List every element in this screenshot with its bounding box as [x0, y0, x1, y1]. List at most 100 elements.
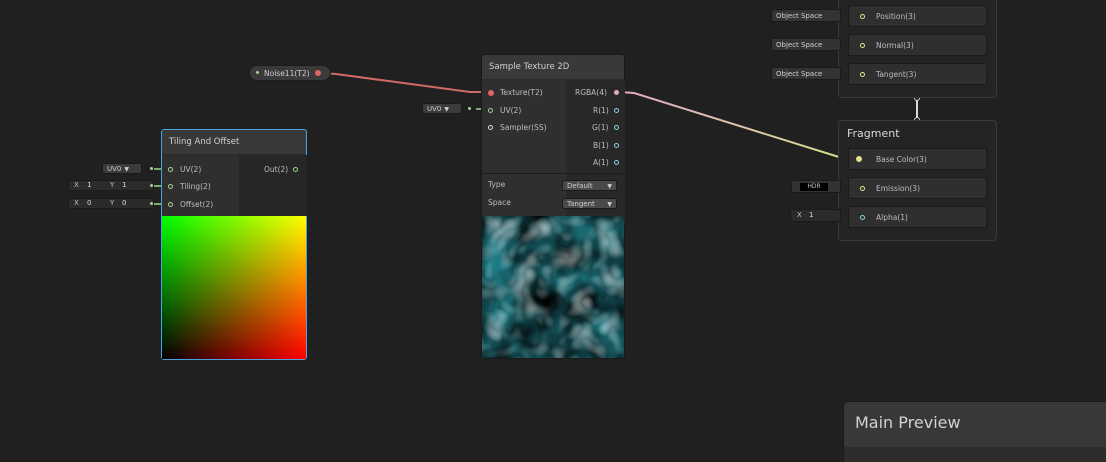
tiling-x-value[interactable]: 1 — [87, 180, 91, 191]
sample-b-port[interactable] — [614, 143, 619, 148]
offset-field-box: X 0 Y 0 — [68, 197, 154, 210]
fragment-slot-alpha[interactable]: Alpha(1) — [848, 206, 987, 228]
sample-r-label: R(1) — [593, 106, 609, 115]
tiling-out-label: Out(2) — [264, 165, 289, 174]
vertex-slot-tangent[interactable]: Tangent(3) — [848, 63, 987, 85]
emission-label: Emission(3) — [876, 184, 920, 193]
sample-uv-dot — [468, 107, 471, 110]
normal-space-field[interactable]: Object Space — [771, 38, 841, 51]
sample-node-title: Sample Texture 2D — [482, 55, 624, 79]
alpha-axis-label: X — [797, 211, 802, 219]
noise-label: Noise11(T2) — [264, 69, 310, 78]
tiling-field-dot — [150, 184, 153, 187]
position-port[interactable] — [860, 14, 865, 19]
sample-texture-2d-node[interactable]: Sample Texture 2D Texture(T2) UV(2) Samp… — [481, 54, 625, 359]
sample-sampler-port[interactable] — [488, 125, 493, 130]
main-preview-header[interactable]: Main Preview — [844, 402, 1106, 447]
alpha-port[interactable] — [860, 215, 865, 220]
offset-y-value[interactable]: 0 — [122, 198, 126, 209]
offset-y-axis: Y — [110, 199, 115, 207]
tiling-x-axis: X — [74, 181, 79, 189]
sample-texture-label: Texture(T2) — [500, 88, 543, 97]
emission-hdr-swatch[interactable]: HDR — [800, 183, 828, 191]
fragment-slot-emission[interactable]: Emission(3) — [848, 177, 987, 199]
vertex-context-block[interactable]: Position(3) Normal(3) Tangent(3) — [838, 0, 997, 98]
vertex-slot-position[interactable]: Position(3) — [848, 5, 987, 27]
tiling-uv-dropdown[interactable]: UV0 ▼ — [102, 163, 142, 174]
tiling-tiling-port[interactable] — [168, 184, 173, 189]
sample-sampler-label: Sampler(SS) — [500, 123, 547, 132]
sample-r-port[interactable] — [614, 108, 619, 113]
main-preview-panel[interactable]: Main Preview — [843, 401, 1106, 462]
tiling-uv-value: UV0 — [107, 165, 122, 173]
tiling-offset-port[interactable] — [168, 202, 173, 207]
sample-type-label: Type — [488, 180, 506, 189]
tiling-uv-dropdown-box[interactable]: UV0 ▼ — [102, 162, 154, 175]
tiling-out-port[interactable] — [293, 167, 298, 172]
tiling-node-title: Tiling And Offset — [162, 130, 306, 154]
sample-b-label: B(1) — [593, 141, 609, 150]
tiling-uv-port[interactable] — [168, 167, 173, 172]
tangent-port[interactable] — [860, 72, 865, 77]
alpha-label: Alpha(1) — [876, 213, 908, 222]
sample-uv-dropdown[interactable]: UV0 ▼ — [422, 103, 462, 114]
tiling-uv-dot — [150, 167, 153, 170]
tangent-space-value: Object Space — [776, 70, 823, 78]
noise-output-port[interactable] — [315, 70, 321, 76]
fragment-slot-base-color[interactable]: Base Color(3) — [848, 148, 987, 170]
sample-rgba-port[interactable] — [614, 90, 619, 95]
noise-property-node[interactable]: Noise11(T2) — [249, 65, 331, 81]
sample-rgba-label: RGBA(4) — [575, 88, 607, 97]
normal-space-value: Object Space — [776, 41, 823, 49]
sample-g-label: G(1) — [592, 123, 609, 132]
offset-x-value[interactable]: 0 — [87, 198, 91, 209]
emission-hdr-label: HDR — [807, 183, 821, 190]
tiling-and-offset-node[interactable]: Tiling And Offset UV(2) Tiling(2) Offset… — [161, 129, 307, 360]
tiling-tiling-label: Tiling(2) — [180, 182, 211, 191]
alpha-value-field[interactable]: X 1 — [790, 209, 841, 222]
chevron-down-icon: ▼ — [607, 183, 612, 190]
fragment-title: Fragment — [847, 127, 900, 140]
tiling-y-value[interactable]: 1 — [122, 180, 126, 191]
sample-space-value: Tangent — [567, 200, 595, 208]
normal-port[interactable] — [860, 43, 865, 48]
position-space-value: Object Space — [776, 12, 823, 20]
chevron-down-icon: ▼ — [444, 106, 449, 113]
sample-texture-port[interactable] — [488, 90, 494, 96]
sample-type-value: Default — [567, 182, 593, 190]
sample-type-dropdown[interactable]: Default ▼ — [562, 180, 617, 191]
offset-field-dot — [150, 202, 153, 205]
normal-label: Normal(3) — [876, 41, 914, 50]
tiling-offset-label: Offset(2) — [180, 200, 214, 209]
tiling-uv-label: UV(2) — [180, 165, 202, 174]
tiling-y-axis: Y — [110, 181, 115, 189]
tiling-uv-gradient — [162, 216, 306, 359]
sample-a-port[interactable] — [614, 160, 619, 165]
fragment-context-block[interactable]: Fragment Base Color(3) Emission(3) Alpha… — [838, 120, 997, 241]
chevron-down-icon: ▼ — [124, 166, 129, 173]
noise-to-texture-wire — [321, 72, 489, 93]
position-label: Position(3) — [876, 12, 916, 21]
sample-g-port[interactable] — [614, 125, 619, 130]
sample-settings-divider — [482, 173, 624, 174]
rgba-to-basecolor-wire — [619, 91, 856, 159]
chevron-down-icon: ▼ — [607, 201, 612, 208]
tangent-space-field[interactable]: Object Space — [771, 67, 841, 80]
position-space-field[interactable]: Object Space — [771, 9, 841, 22]
main-preview-title: Main Preview — [855, 413, 961, 432]
offset-x-axis: X — [74, 199, 79, 207]
sample-a-label: A(1) — [593, 158, 609, 167]
vertex-slot-normal[interactable]: Normal(3) — [848, 34, 987, 56]
sample-space-dropdown[interactable]: Tangent ▼ — [562, 198, 617, 209]
emission-color-field[interactable]: HDR — [791, 180, 841, 193]
tiling-field-box: X 1 Y 1 — [68, 179, 154, 192]
sample-uv-dropdown-box[interactable]: UV0 ▼ — [422, 102, 476, 115]
emission-port[interactable] — [860, 186, 865, 191]
noise-left-dot — [256, 71, 259, 74]
sample-uv-port[interactable] — [488, 108, 493, 113]
base-color-port[interactable] — [856, 156, 862, 162]
tangent-label: Tangent(3) — [876, 70, 917, 79]
sample-uv-value: UV0 — [427, 105, 442, 113]
sample-texture-preview — [482, 216, 624, 358]
alpha-value[interactable]: 1 — [809, 210, 813, 221]
